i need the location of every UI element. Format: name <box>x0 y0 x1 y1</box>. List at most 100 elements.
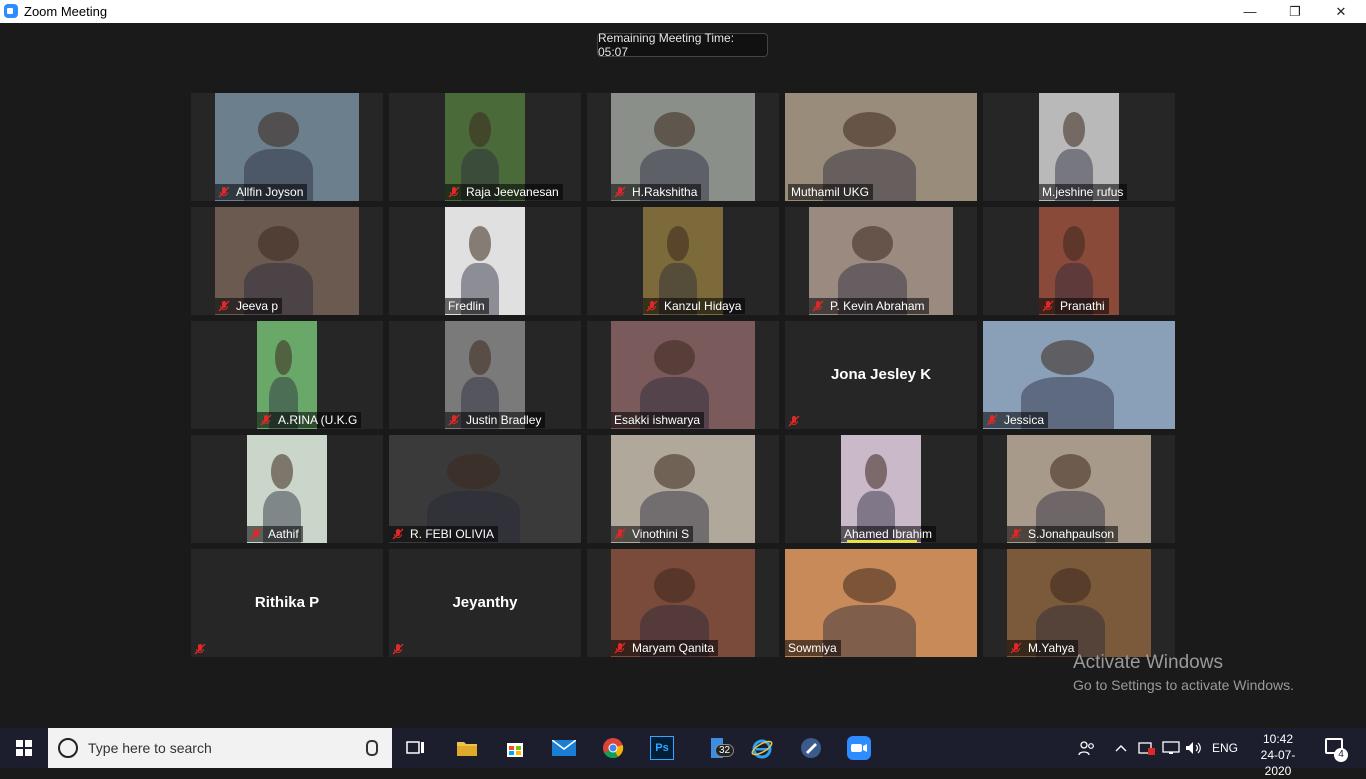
display-icon[interactable] <box>1162 728 1180 768</box>
participant-name: M.jeshine rufus <box>1042 185 1124 199</box>
multi-window-icon[interactable]: 32 <box>703 734 735 762</box>
taskbar-clock[interactable]: 10:42 24-07-2020 <box>1248 731 1308 779</box>
microsoft-store-icon[interactable] <box>501 734 529 762</box>
participant-name: Pranathi <box>1060 299 1105 313</box>
participant-name-label: Allfin Joyson <box>215 184 308 200</box>
mail-icon[interactable] <box>550 734 578 762</box>
participant-name: Vinothini S <box>632 527 690 541</box>
mic-muted-icon <box>812 300 824 312</box>
mic-muted-icon <box>614 642 626 654</box>
participant-name: R. FEBI OLIVIA <box>410 527 495 541</box>
participant-tile[interactable]: Raja Jeevanesan <box>389 93 581 201</box>
internet-explorer-icon[interactable] <box>748 734 776 762</box>
participant-name-label: Jessica <box>983 412 1049 428</box>
participant-name: Justin Bradley <box>466 413 542 427</box>
search-placeholder: Type here to search <box>88 740 212 756</box>
participant-name: Sowmiya <box>788 641 837 655</box>
mic-muted-icon <box>392 642 404 655</box>
task-view-icon[interactable] <box>402 734 430 762</box>
cortana-icon <box>58 738 78 758</box>
participant-name: Muthamil UKG <box>791 185 870 199</box>
participant-tile[interactable]: Jona Jesley K <box>785 321 977 429</box>
participant-tile[interactable]: H.Rakshitha <box>587 93 779 201</box>
participant-name: Kanzul Hidaya <box>664 299 742 313</box>
participant-tile[interactable]: Allfin Joyson <box>191 93 383 201</box>
mic-muted-icon <box>448 186 460 198</box>
multi-window-badge: 32 <box>715 744 735 757</box>
close-button[interactable]: ✕ <box>1318 0 1364 23</box>
participant-name-label: P. Kevin Abraham <box>809 298 929 314</box>
participant-tile[interactable]: Justin Bradley <box>389 321 581 429</box>
file-explorer-icon[interactable] <box>453 734 481 762</box>
participant-name-label: S.Jonahpaulson <box>1007 526 1119 542</box>
windows-logo-icon <box>16 740 32 756</box>
participant-name-label: Maryam Qanita <box>611 640 719 656</box>
participant-name: Jessica <box>1004 413 1045 427</box>
minimize-button[interactable]: — <box>1227 0 1273 23</box>
mic-muted-icon <box>788 414 800 427</box>
volume-icon[interactable] <box>1185 728 1203 768</box>
remaining-meeting-time: Remaining Meeting Time: 05:07 <box>597 31 768 59</box>
zoom-taskbar-icon[interactable] <box>845 734 873 762</box>
mic-muted-icon <box>614 528 626 540</box>
participant-tile[interactable]: Pranathi <box>983 207 1175 315</box>
microphone-icon[interactable] <box>366 740 378 756</box>
participant-tile[interactable]: Sowmiya <box>785 549 977 657</box>
participant-name: Jona Jesley K <box>830 366 932 383</box>
participant-tile[interactable]: A.RINA (U.K.G <box>191 321 383 429</box>
participant-name: Maryam Qanita <box>632 641 715 655</box>
participant-name: H.Rakshitha <box>632 185 698 199</box>
participant-tile[interactable]: Maryam Qanita <box>587 549 779 657</box>
photoshop-icon[interactable]: Ps <box>648 734 676 762</box>
chevron-up-icon[interactable] <box>1115 728 1127 768</box>
language-indicator[interactable]: ENG <box>1212 728 1238 768</box>
title-bar: Zoom Meeting — ❐ ✕ <box>0 0 1366 23</box>
participant-tile[interactable]: Jessica <box>983 321 1175 429</box>
participant-name-label: Aathif <box>247 526 303 542</box>
participant-name-label: Esakki ishwarya <box>611 412 705 428</box>
participant-tile[interactable]: Ahamed Ibrahim <box>785 435 977 543</box>
participant-tile[interactable]: P. Kevin Abraham <box>785 207 977 315</box>
mic-muted-icon <box>218 300 230 312</box>
participant-name-label: Justin Bradley <box>445 412 546 428</box>
activate-windows-subtitle: Go to Settings to activate Windows. <box>1073 677 1294 693</box>
people-icon[interactable] <box>1078 728 1096 768</box>
window-title: Zoom Meeting <box>24 4 108 19</box>
participant-tile[interactable]: R. FEBI OLIVIA <box>389 435 581 543</box>
participant-name: Esakki ishwarya <box>614 413 701 427</box>
participant-tile[interactable]: M.jeshine rufus <box>983 93 1175 201</box>
participant-tile[interactable]: Vinothini S <box>587 435 779 543</box>
activate-windows-title: Activate Windows <box>1073 652 1223 673</box>
start-button[interactable] <box>0 728 48 768</box>
participant-tile[interactable]: Fredlin <box>389 207 581 315</box>
app-launcher-icon[interactable] <box>797 734 825 762</box>
participant-name-label: Raja Jeevanesan <box>445 184 563 200</box>
mic-muted-icon <box>1042 300 1054 312</box>
clock-time: 10:42 <box>1262 732 1294 746</box>
mic-muted-icon <box>250 528 262 540</box>
participant-tile[interactable]: Rithika P <box>191 549 383 657</box>
participant-name: Jeyanthy <box>452 594 518 611</box>
chrome-icon[interactable] <box>599 734 627 762</box>
participant-tile[interactable]: Kanzul Hidaya <box>587 207 779 315</box>
mic-muted-icon <box>986 414 998 426</box>
participant-tile[interactable]: Esakki ishwarya <box>587 321 779 429</box>
participant-name-label: M.jeshine rufus <box>1039 184 1128 200</box>
mic-muted-icon <box>448 414 460 426</box>
taskbar-search[interactable]: Type here to search <box>48 728 392 768</box>
mic-muted-icon <box>1010 642 1022 654</box>
participant-tile[interactable]: S.Jonahpaulson <box>983 435 1175 543</box>
participant-tile[interactable]: Jeyanthy <box>389 549 581 657</box>
mic-muted-icon <box>646 300 658 312</box>
network-warning-icon[interactable] <box>1138 728 1156 768</box>
participant-name-label: Fredlin <box>445 298 489 314</box>
participant-tile[interactable]: Jeeva p <box>191 207 383 315</box>
participant-name-label: Sowmiya <box>785 640 841 656</box>
participant-tile[interactable]: M.Yahya <box>983 549 1175 657</box>
restore-button[interactable]: ❐ <box>1272 0 1318 23</box>
participant-name: Aathif <box>268 527 299 541</box>
participant-name-label: Jeeva p <box>215 298 283 314</box>
participant-name-label: A.RINA (U.K.G <box>257 412 362 428</box>
participant-tile[interactable]: Muthamil UKG <box>785 93 977 201</box>
participant-tile[interactable]: Aathif <box>191 435 383 543</box>
